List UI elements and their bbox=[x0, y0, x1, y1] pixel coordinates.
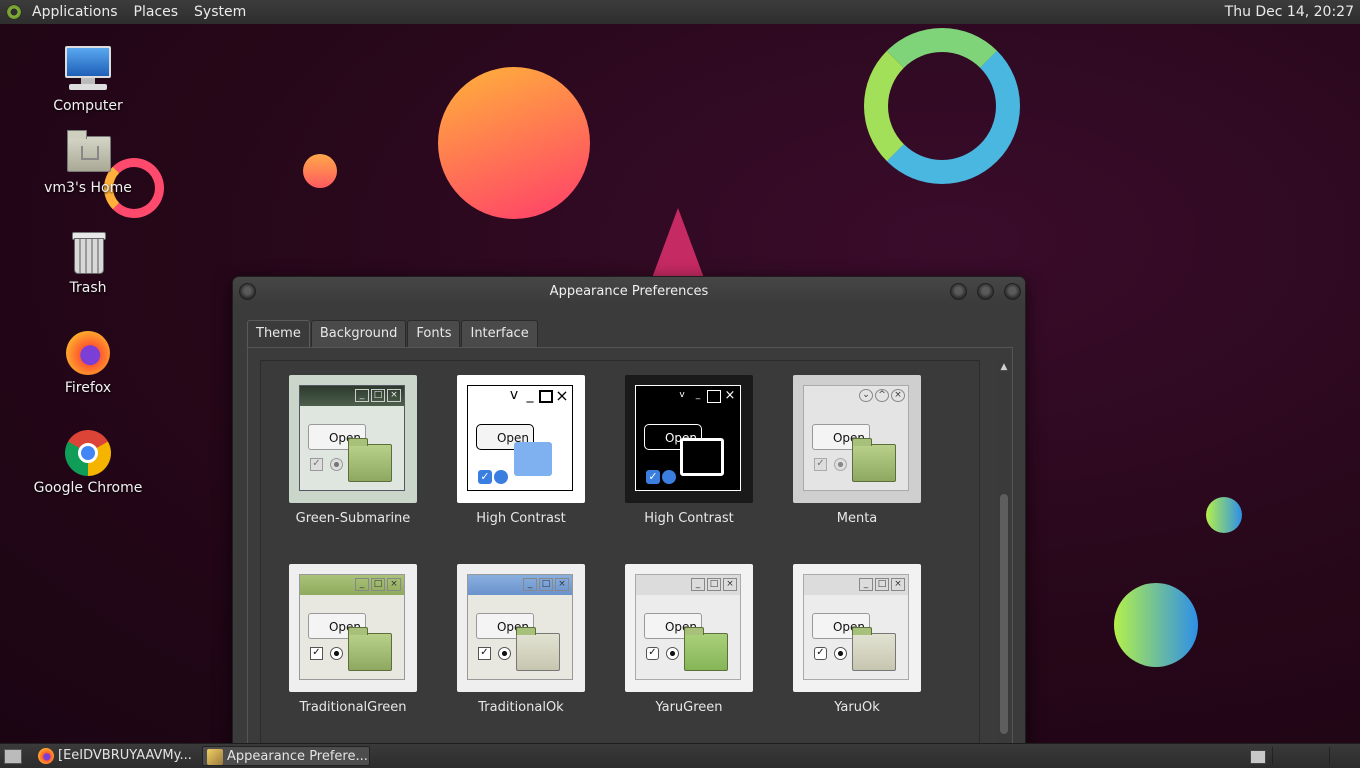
theme-preview: v_× Open ✓ bbox=[457, 375, 585, 503]
wallpaper-small-orange-circle bbox=[303, 154, 337, 188]
clock[interactable]: Thu Dec 14, 20:27 bbox=[1225, 0, 1354, 24]
desktop-icon-firefox[interactable]: Firefox bbox=[28, 328, 148, 396]
window-title: Appearance Preferences bbox=[549, 284, 709, 299]
taskbar-item-appearance-preferences[interactable]: Appearance Prefere... bbox=[202, 746, 370, 766]
theme-item-traditionalgreen[interactable]: _ □ × Open ✓ TraditionalGreen bbox=[269, 564, 437, 715]
desktop-icon-label: Computer bbox=[53, 98, 123, 114]
theme-item-menta[interactable]: ⌄ ^ × Open ✓ Menta bbox=[773, 375, 941, 526]
tab-bar: Theme Background Fonts Interface bbox=[247, 320, 539, 347]
wallpaper-ring-large bbox=[864, 28, 1020, 184]
mate-logo-icon[interactable] bbox=[6, 4, 22, 20]
theme-preview: _ □ × Open ✓ bbox=[793, 564, 921, 692]
bottom-panel: [EeIDVBRUYAAVMy... Appearance Prefere... bbox=[0, 743, 1360, 768]
desktop-icon-home[interactable]: vm3's Home bbox=[28, 128, 148, 196]
tab-theme[interactable]: Theme bbox=[247, 320, 310, 347]
tab-background[interactable]: Background bbox=[310, 320, 407, 347]
theme-name: Green-Submarine bbox=[295, 511, 411, 526]
maximize-button[interactable] bbox=[977, 283, 994, 300]
appearance-icon bbox=[207, 749, 223, 765]
theme-preview: _ □ × Open ✓ bbox=[457, 564, 585, 692]
wallpaper-gradient-circle bbox=[1114, 583, 1198, 667]
menu-system[interactable]: System bbox=[186, 0, 254, 24]
window-titlebar[interactable]: Appearance Preferences bbox=[233, 277, 1025, 307]
scroll-up-arrow-icon[interactable]: ▲ bbox=[999, 362, 1009, 372]
theme-item-high-contrast-inverse[interactable]: v_× Open ✓ High Contrast bbox=[605, 375, 773, 526]
top-panel: Applications Places System Thu Dec 14, 2… bbox=[0, 0, 1360, 25]
chrome-icon bbox=[63, 428, 113, 478]
computer-icon bbox=[63, 46, 113, 96]
theme-name: YaruOk bbox=[834, 700, 880, 715]
theme-item-green-submarine[interactable]: _ □ × Open ✓ Green-Submarine bbox=[269, 375, 437, 526]
tab-interface[interactable]: Interface bbox=[461, 320, 538, 347]
taskbar-item-label: Appearance Prefere... bbox=[227, 749, 368, 764]
theme-preview: ⌄ ^ × Open ✓ bbox=[793, 375, 921, 503]
scrollbar-thumb[interactable] bbox=[1000, 494, 1008, 734]
show-desktop-icon[interactable] bbox=[4, 749, 22, 764]
theme-name: TraditionalOk bbox=[478, 700, 564, 715]
desktop-icon-label: Trash bbox=[69, 280, 107, 296]
menu-applications[interactable]: Applications bbox=[24, 0, 126, 24]
theme-item-high-contrast[interactable]: v _ × Open ✓ High Contrast bbox=[437, 375, 605, 526]
wallpaper-small-gradient-circle bbox=[1206, 497, 1242, 533]
theme-preview: _ □ × Open ✓ bbox=[625, 564, 753, 692]
desktop-icon-label: Firefox bbox=[64, 380, 112, 396]
theme-name: TraditionalGreen bbox=[299, 700, 407, 715]
home-folder-icon bbox=[63, 128, 113, 178]
desktop-icon-chrome[interactable]: Google Chrome bbox=[28, 428, 148, 496]
desktop-icon-computer[interactable]: Computer bbox=[28, 46, 148, 114]
theme-name: Menta bbox=[836, 511, 878, 526]
theme-list: _ □ × Open ✓ Green-Submarine v _ × Open ✓ bbox=[260, 360, 980, 747]
taskbar-item-label: [EeIDVBRUYAAVMy... bbox=[58, 748, 192, 763]
desktop-icon-label: vm3's Home bbox=[44, 180, 132, 196]
menu-places[interactable]: Places bbox=[126, 0, 187, 24]
theme-preview: _ □ × Open ✓ bbox=[289, 375, 417, 503]
theme-item-yarugreen[interactable]: _ □ × Open ✓ YaruGreen bbox=[605, 564, 773, 715]
window-menu-button[interactable] bbox=[239, 283, 256, 300]
theme-preview: v_× Open ✓ bbox=[625, 375, 753, 503]
theme-item-yaruok[interactable]: _ □ × Open ✓ YaruOk bbox=[773, 564, 941, 715]
workspace-switcher[interactable] bbox=[1250, 750, 1266, 764]
wallpaper-orange-circle bbox=[438, 67, 590, 219]
theme-tab-pane: _ □ × Open ✓ Green-Submarine v _ × Open ✓ bbox=[247, 347, 1013, 747]
trash-icon bbox=[63, 228, 113, 278]
wallpaper-striped-triangle bbox=[652, 208, 704, 278]
tab-fonts[interactable]: Fonts bbox=[407, 320, 461, 347]
close-button[interactable] bbox=[1004, 283, 1021, 300]
appearance-preferences-window: Appearance Preferences Theme Background … bbox=[232, 276, 1026, 748]
minimize-button[interactable] bbox=[950, 283, 967, 300]
taskbar-item-firefox[interactable]: [EeIDVBRUYAAVMy... bbox=[34, 746, 198, 766]
theme-name: High Contrast bbox=[476, 511, 566, 526]
workspace-switcher-slot[interactable] bbox=[1272, 747, 1330, 765]
theme-list-scrollbar[interactable]: ▲ bbox=[998, 360, 1010, 747]
desktop-icon-label: Google Chrome bbox=[33, 480, 143, 496]
desktop-icon-trash[interactable]: Trash bbox=[28, 228, 148, 296]
firefox-icon bbox=[63, 328, 113, 378]
firefox-icon bbox=[38, 748, 54, 764]
theme-name: YaruGreen bbox=[655, 700, 723, 715]
theme-name: High Contrast bbox=[644, 511, 734, 526]
theme-preview: _ □ × Open ✓ bbox=[289, 564, 417, 692]
theme-item-traditionalok[interactable]: _ □ × Open ✓ TraditionalOk bbox=[437, 564, 605, 715]
